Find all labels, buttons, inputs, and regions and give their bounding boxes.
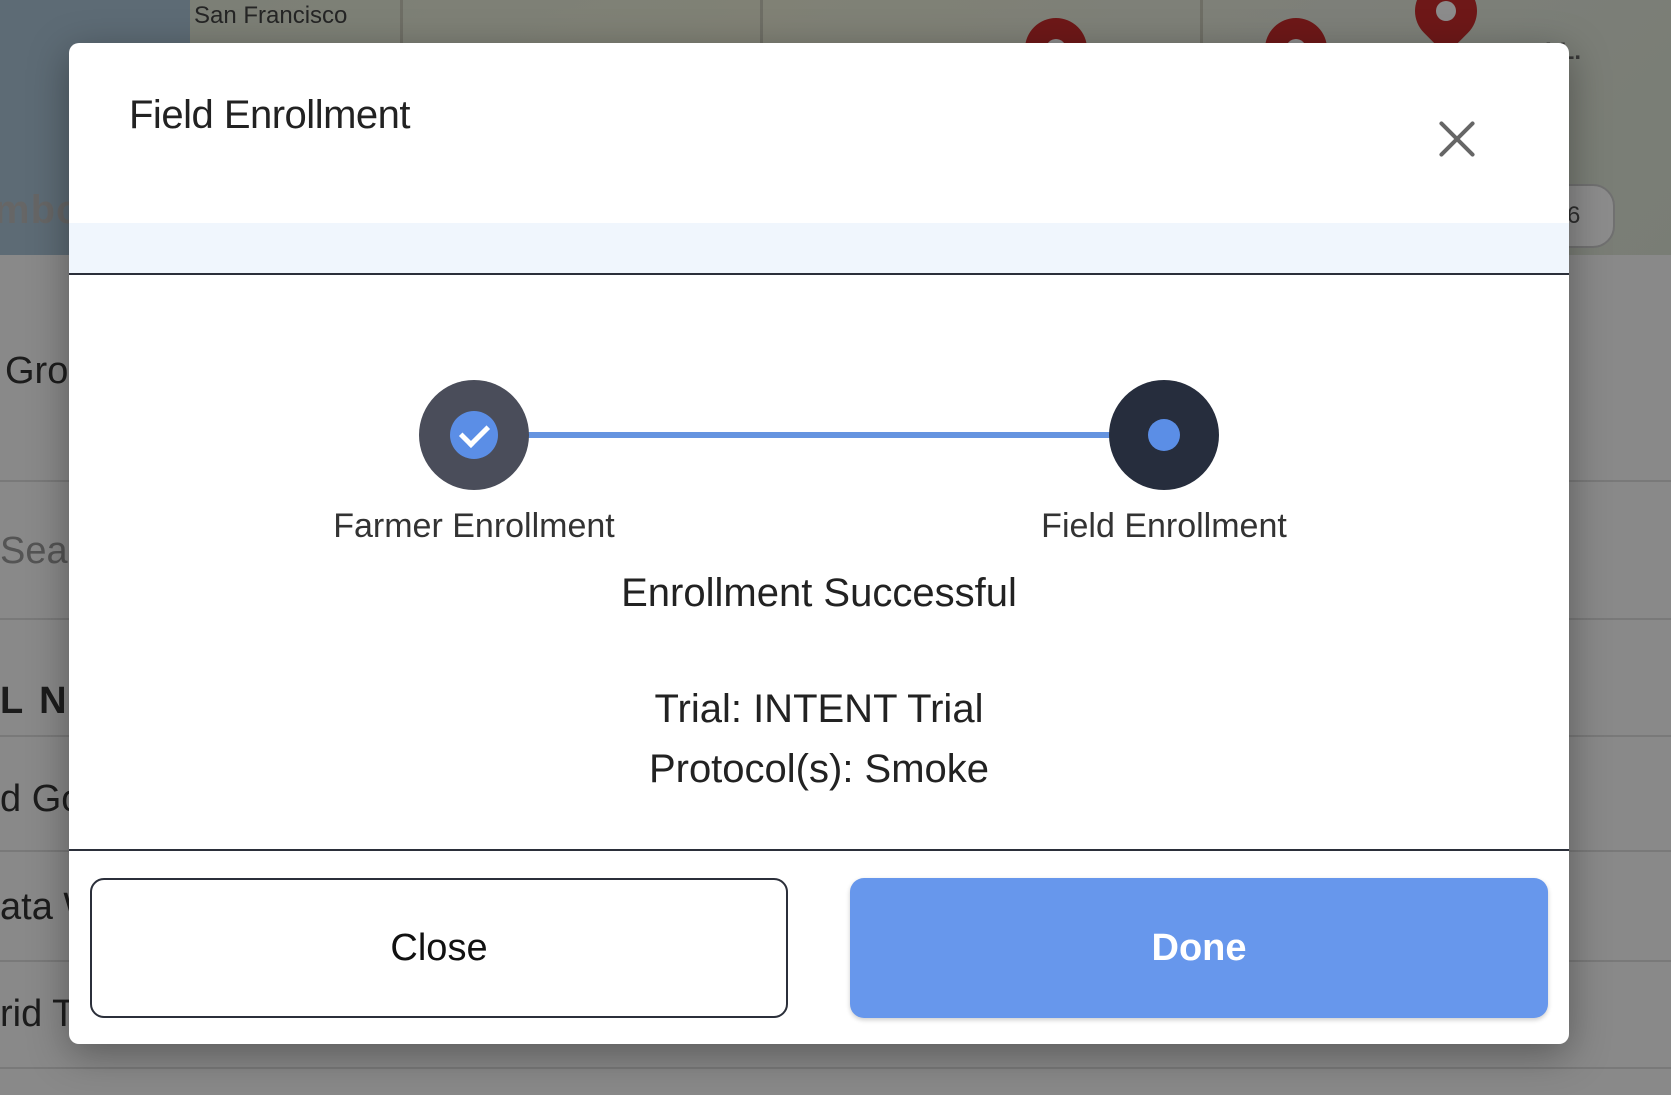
header-band xyxy=(69,223,1569,275)
footer-divider xyxy=(69,849,1569,851)
step-label-farmer: Farmer Enrollment xyxy=(333,507,615,545)
close-icon[interactable] xyxy=(1427,109,1487,169)
stepper-connector xyxy=(524,432,1174,438)
step-field-enrollment xyxy=(1109,380,1219,490)
done-button[interactable]: Done xyxy=(850,878,1548,1018)
stepper: Farmer Enrollment Field Enrollment xyxy=(69,275,1569,555)
modal-header: Field Enrollment xyxy=(69,43,1569,223)
active-dot-icon xyxy=(1148,419,1180,451)
modal-title: Field Enrollment xyxy=(129,93,411,137)
step-label-field: Field Enrollment xyxy=(1041,507,1287,545)
protocol-info: Protocol(s): Smoke xyxy=(648,747,990,791)
field-enrollment-modal: Field Enrollment Farmer Enrollment Field… xyxy=(69,43,1569,1044)
close-button[interactable]: Close xyxy=(90,878,788,1018)
step-farmer-enrollment xyxy=(419,380,529,490)
check-icon xyxy=(450,411,498,459)
trial-info: Trial: INTENT Trial xyxy=(654,687,984,731)
success-title: Enrollment Successful xyxy=(621,571,1017,615)
